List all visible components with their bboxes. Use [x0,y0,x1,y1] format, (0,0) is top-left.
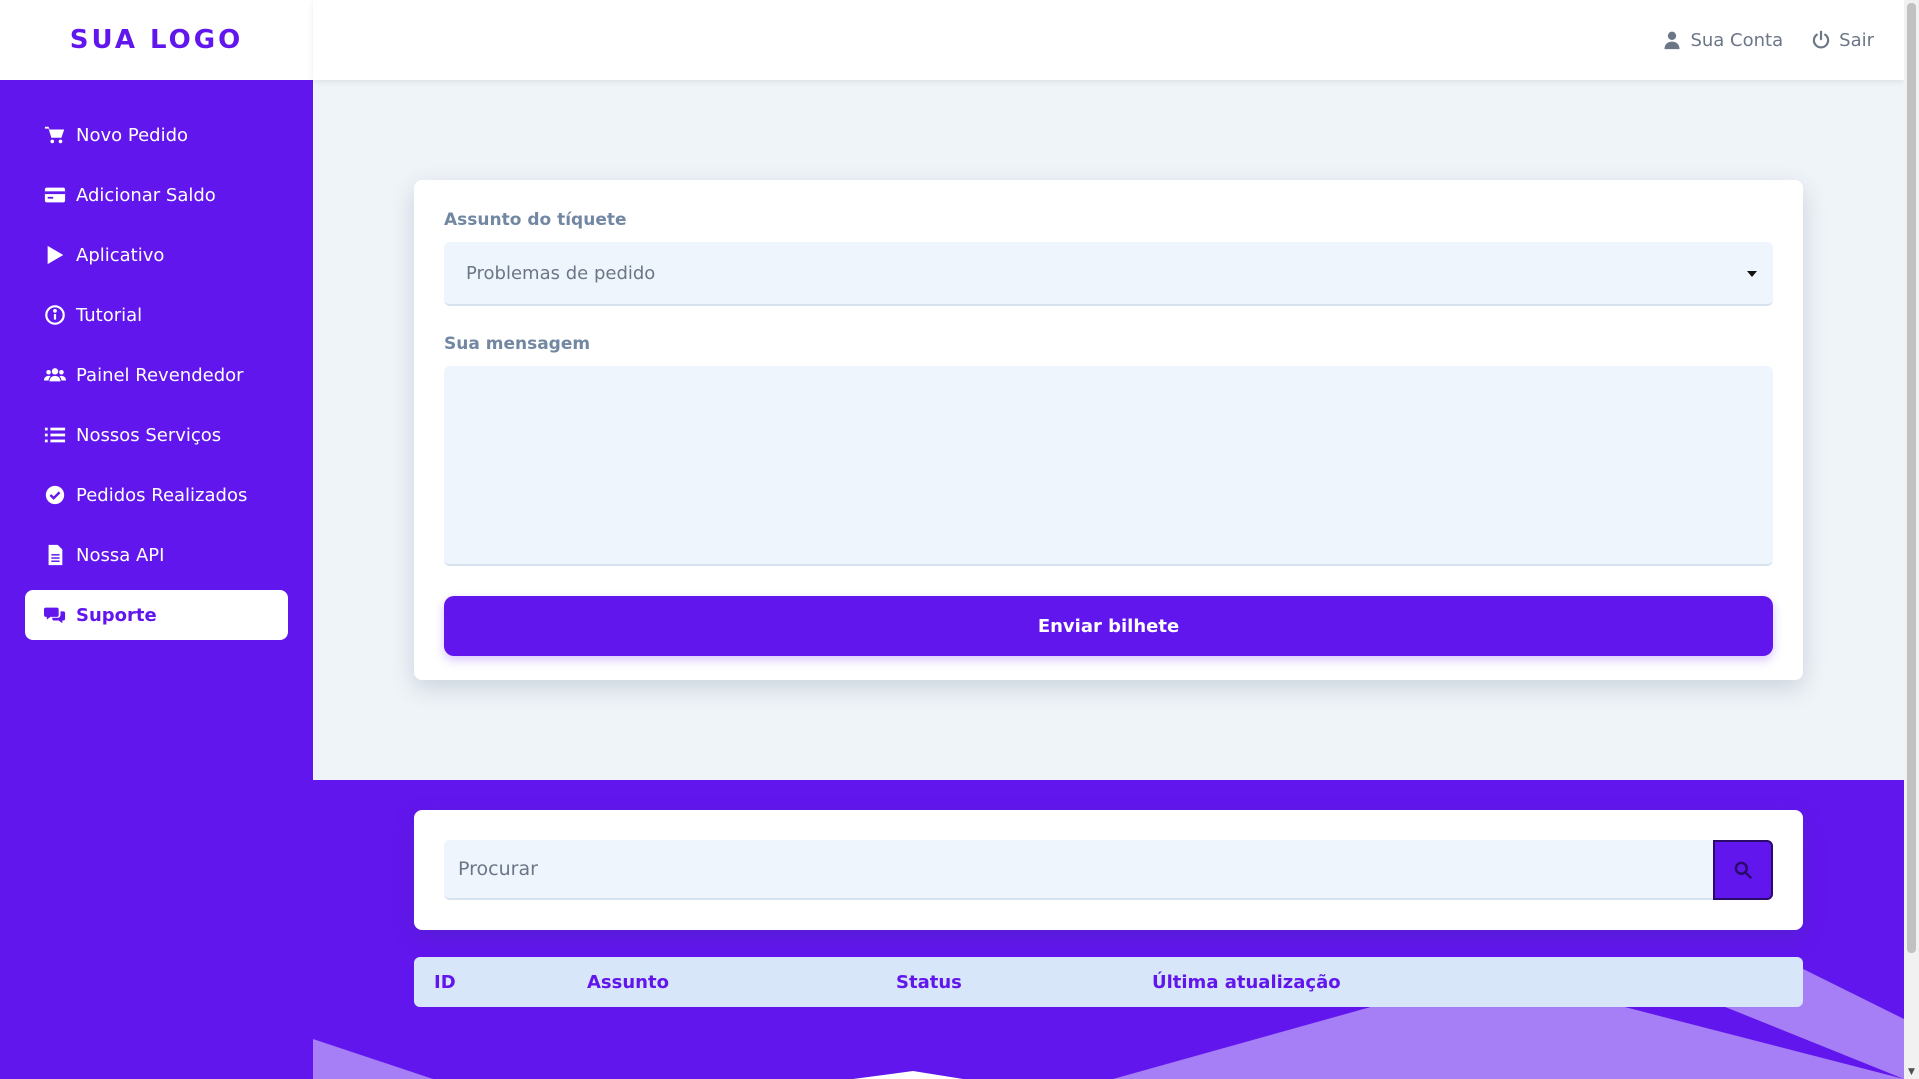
sidebar-item-novo-pedido[interactable]: Novo Pedido [25,110,288,160]
logo-text: SUA LOGO [69,25,244,55]
column-header-assunto[interactable]: Assunto [587,972,669,993]
message-label: Sua mensagem [444,334,591,354]
account-link[interactable]: Sua Conta [1662,30,1783,51]
search-button[interactable] [1713,840,1773,900]
sidebar-item-label: Aplicativo [76,244,165,266]
sidebar-item-label: Novo Pedido [76,124,189,146]
scrollbar-thumb[interactable] [1907,3,1916,953]
account-label: Sua Conta [1690,29,1784,51]
credit-card-icon [44,187,66,203]
sidebar-item-label: Adicionar Saldo [76,184,216,206]
check-circle-icon [45,485,65,505]
search-input[interactable]: Procurar [444,840,1713,900]
search-row: Procurar [444,840,1773,900]
column-header-ultima-atualizacao[interactable]: Última atualização [1152,972,1341,993]
page-scrollbar[interactable]: ▼ [1904,0,1919,1079]
logout-label: Sair [1839,29,1874,51]
tickets-table-header: ID Assunto Status Última atualização [414,957,1803,1007]
ticket-form-card: Assunto do tíquete Problemas de pedido S… [414,180,1803,680]
info-circle-icon [45,305,65,325]
sidebar: SUA LOGO Novo Pedido Adicionar Saldo Apl… [0,0,313,1079]
power-icon [1812,30,1830,49]
sidebar-item-painel-revendedor[interactable]: Painel Revendedor [25,350,288,400]
users-icon [44,368,66,382]
cart-icon [44,126,65,144]
sidebar-item-label: Nossos Serviços [76,424,222,446]
sidebar-item-label: Pedidos Realizados [76,484,248,506]
search-icon [1734,861,1752,879]
scroll-down-arrow-icon[interactable]: ▼ [1904,1064,1919,1079]
sidebar-item-nossa-api[interactable]: Nossa API [25,530,288,580]
message-textarea[interactable] [444,366,1773,566]
logo[interactable]: SUA LOGO [0,0,313,80]
sidebar-item-label: Nossa API [76,544,165,566]
sidebar-item-adicionar-saldo[interactable]: Adicionar Saldo [25,170,288,220]
caret-down-icon [1747,271,1757,277]
list-icon [44,427,66,443]
sidebar-item-label: Painel Revendedor [76,364,244,386]
column-header-status[interactable]: Status [896,972,962,993]
file-icon [48,544,63,566]
comments-icon [44,607,66,624]
sidebar-item-tutorial[interactable]: Tutorial [25,290,288,340]
subject-label: Assunto do tíquete [444,210,627,230]
sidebar-item-pedidos-realizados[interactable]: Pedidos Realizados [25,470,288,520]
column-header-id[interactable]: ID [434,972,456,993]
search-card: Procurar [414,810,1803,930]
sidebar-item-nossos-servicos[interactable]: Nossos Serviços [25,410,288,460]
logout-link[interactable]: Sair [1811,30,1874,51]
subject-selected-value: Problemas de pedido [466,262,656,284]
sidebar-item-label: Suporte [76,604,157,626]
play-icon [47,245,64,265]
user-icon [1664,31,1680,50]
sidebar-item-suporte[interactable]: Suporte [25,590,288,640]
sidebar-nav: Novo Pedido Adicionar Saldo Aplicativo T… [0,80,313,640]
sidebar-item-label: Tutorial [76,304,143,326]
subject-select[interactable]: Problemas de pedido [444,242,1773,306]
app: SUA LOGO Novo Pedido Adicionar Saldo Apl… [0,0,1919,1079]
topbar: Sua Conta Sair [313,0,1904,80]
submit-ticket-button[interactable]: Enviar bilhete [444,596,1773,656]
sidebar-item-aplicativo[interactable]: Aplicativo [25,230,288,280]
